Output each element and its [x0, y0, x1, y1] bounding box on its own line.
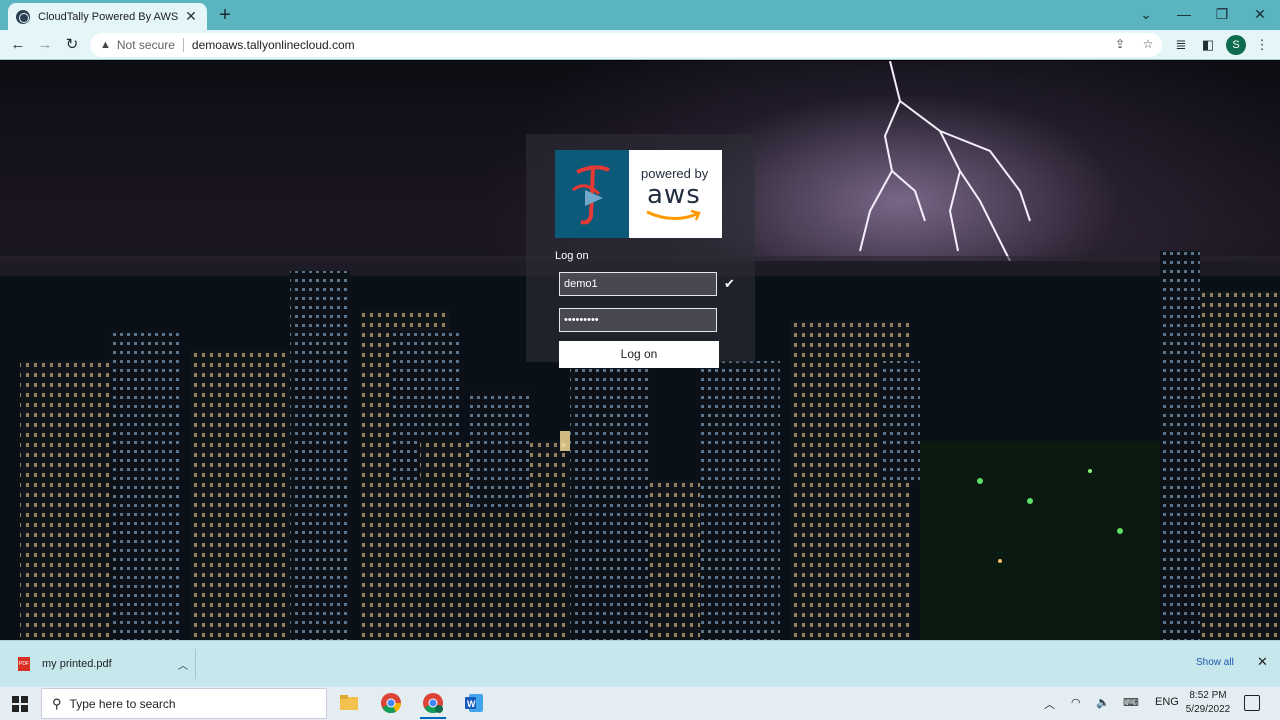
close-download-bar-icon[interactable]: ✕: [1257, 654, 1268, 670]
tally-logo-icon: [555, 150, 629, 238]
pdf-file-icon: PDF: [18, 657, 30, 671]
omnibox-divider: [182, 38, 184, 52]
forward-icon[interactable]: →: [35, 35, 55, 55]
reload-icon[interactable]: ↻: [62, 35, 82, 55]
windows-start-icon[interactable]: [12, 696, 28, 712]
aws-smile-icon: [646, 209, 701, 221]
cloudtally-aws-logo: powered by aws: [555, 150, 722, 238]
wifi-icon[interactable]: ◠: [1071, 696, 1081, 709]
chevron-up-icon[interactable]: ︿: [171, 657, 195, 672]
show-hidden-icons-icon[interactable]: ︿: [1044, 696, 1055, 712]
more-menu-icon[interactable]: ⋮: [1254, 37, 1270, 53]
bookmark-star-icon[interactable]: ☆: [1140, 37, 1156, 51]
minimize-icon[interactable]: —: [1172, 4, 1196, 24]
download-bar: PDF my printed.pdf ︿ Show all ✕: [0, 640, 1280, 687]
aws-text: aws: [647, 180, 701, 210]
url-text[interactable]: demoaws.tallyonlinecloud.com: [192, 38, 355, 52]
login-heading: Log on: [555, 250, 589, 262]
reading-list-icon[interactable]: ≣: [1173, 37, 1189, 53]
taskbar-search-box[interactable]: ⚲ Type here to search: [41, 688, 327, 719]
file-explorer-icon[interactable]: [338, 692, 360, 714]
new-tab-button[interactable]: +: [215, 4, 235, 26]
notifications-icon[interactable]: [1244, 695, 1260, 711]
close-window-icon[interactable]: ✕: [1248, 4, 1272, 24]
password-input[interactable]: •••••••••: [559, 308, 717, 332]
search-icon: ⚲: [52, 695, 62, 711]
download-item[interactable]: PDF my printed.pdf ︿: [10, 649, 196, 679]
username-input[interactable]: demo1: [559, 272, 717, 296]
search-placeholder: Type here to search: [69, 696, 176, 711]
tab-title: CloudTally Powered By AWS: [38, 10, 179, 23]
logon-button[interactable]: Log on: [559, 341, 719, 368]
back-icon[interactable]: ←: [8, 35, 28, 55]
restore-icon[interactable]: ❐: [1210, 4, 1234, 24]
browser-tabstrip: CloudTally Powered By AWS ✕ + ⌄ — ❐ ✕: [0, 0, 1280, 30]
side-panel-icon[interactable]: ◧: [1200, 37, 1216, 53]
download-file-name[interactable]: my printed.pdf: [42, 658, 171, 670]
show-all-link[interactable]: Show all: [1196, 657, 1234, 668]
share-icon[interactable]: ⇪: [1112, 37, 1128, 51]
clock-date: 5/29/2022: [1185, 704, 1231, 715]
svg-text:W: W: [467, 699, 476, 709]
word-icon[interactable]: W: [463, 692, 485, 714]
windows-taskbar: ⚲ Type here to search W ︿ ◠ 🔈 ⌨ ENG 8:52…: [0, 687, 1280, 720]
tab-close-icon[interactable]: ✕: [183, 8, 199, 25]
volume-icon[interactable]: 🔈: [1096, 696, 1110, 709]
chrome-icon[interactable]: [380, 692, 402, 714]
aws-logo: powered by aws: [629, 150, 722, 238]
checkmark-icon: ✔: [724, 276, 735, 291]
taskbar-clock[interactable]: 8:52 PM 5/29/2022: [1183, 689, 1233, 717]
tab-search-icon[interactable]: ⌄: [1134, 4, 1158, 24]
language-indicator[interactable]: ENG: [1155, 696, 1179, 708]
keyboard-icon[interactable]: ⌨: [1123, 696, 1139, 709]
clock-time: 8:52 PM: [1189, 690, 1227, 701]
profile-avatar[interactable]: S: [1226, 35, 1246, 55]
browser-toolbar: ← → ↻ ▲ Not secure demoaws.tallyonlinecl…: [0, 30, 1280, 60]
site-favicon-icon: [16, 9, 30, 24]
warning-icon[interactable]: ▲: [100, 39, 111, 51]
powered-by-text: powered by: [641, 166, 709, 181]
chrome-profile-icon[interactable]: [420, 692, 446, 719]
security-label[interactable]: Not secure: [117, 38, 175, 52]
browser-tab[interactable]: CloudTally Powered By AWS ✕: [8, 3, 207, 30]
address-bar[interactable]: ▲ Not secure demoaws.tallyonlinecloud.co…: [90, 33, 1162, 57]
